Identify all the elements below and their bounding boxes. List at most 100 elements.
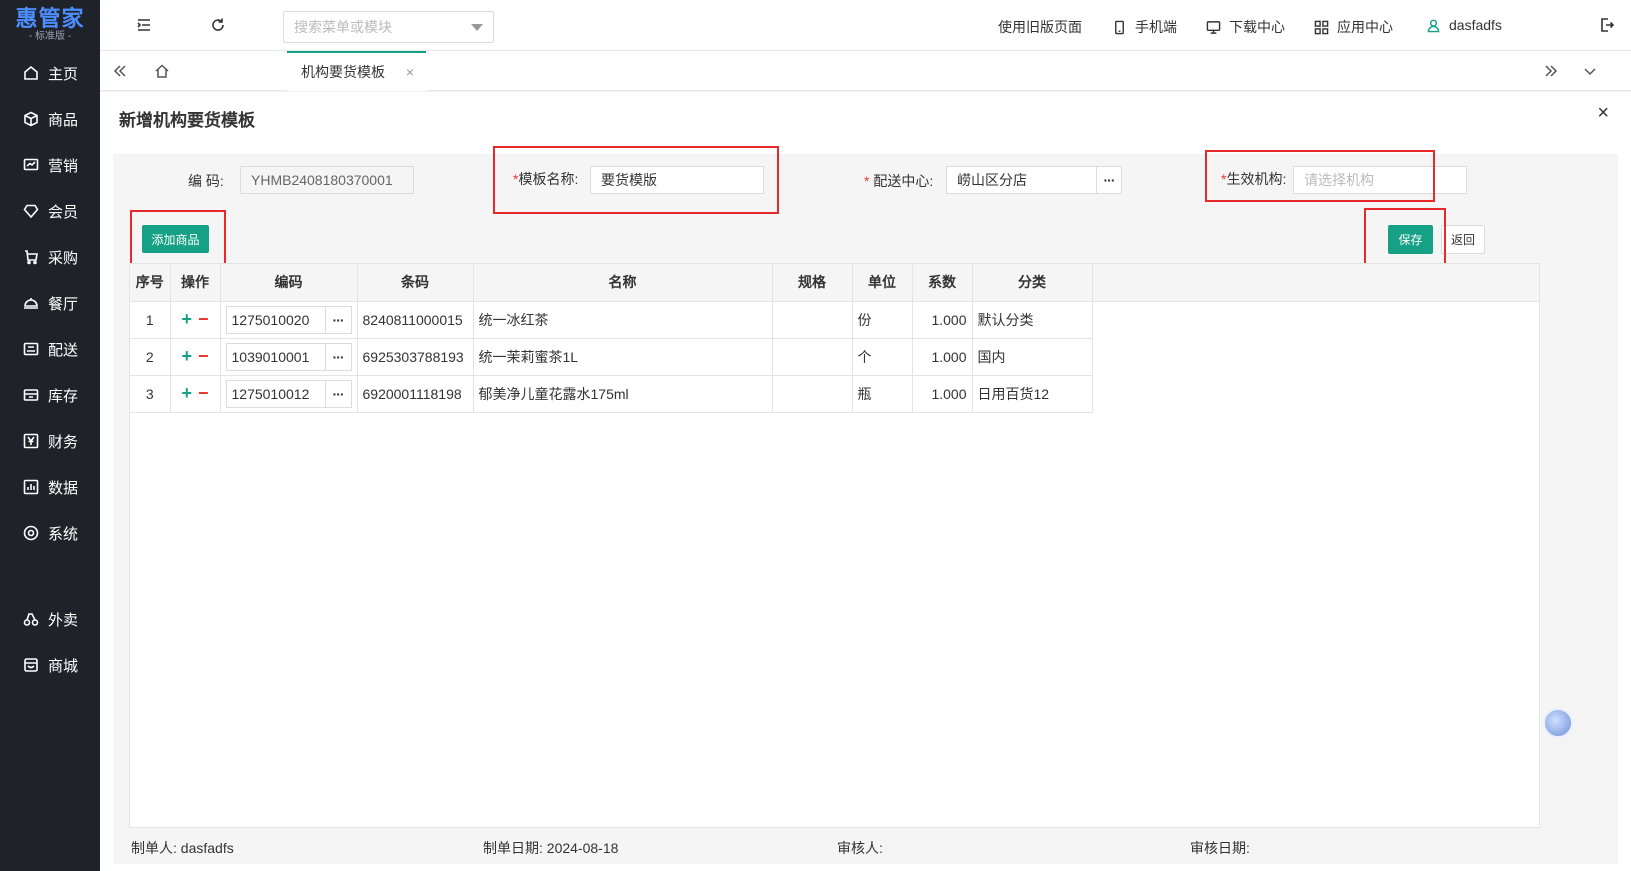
row-code-picker-button[interactable]: ··· <box>325 342 352 371</box>
truck-icon <box>22 340 40 358</box>
center-picker-button[interactable]: ··· <box>1096 166 1122 194</box>
download-center-link[interactable]: 下载中心 <box>1206 17 1285 37</box>
reviewer-info: 审核人: <box>837 838 883 858</box>
add-row-icon[interactable]: + <box>181 383 192 403</box>
cloche-icon <box>22 294 40 312</box>
sidebar-item-restaurant[interactable]: 餐厅 <box>0 283 100 323</box>
row-code-input[interactable]: 1275010020 <box>225 305 326 334</box>
distribution-center-input[interactable]: 崂山区分店 <box>946 166 1097 194</box>
row-barcode: 8240811000015 <box>357 301 474 339</box>
sidebar-item-system[interactable]: 系统 <box>0 513 100 553</box>
form-area: 编 码: YHMB2408180370001 *模板名称: 要货模版 * 配送中… <box>113 146 1618 864</box>
row-code-input[interactable]: 1275010012 <box>225 379 326 408</box>
home-tab-icon[interactable] <box>142 51 182 90</box>
sidebar-item-finance[interactable]: 财务 <box>0 421 100 461</box>
menu-collapse-icon[interactable] <box>133 14 155 36</box>
old-version-label: 使用旧版页面 <box>998 19 1082 35</box>
row-barcode: 6925303788193 <box>357 338 474 376</box>
row-actions: + − <box>170 301 221 339</box>
tab-close-icon[interactable]: × <box>406 64 414 80</box>
username: dasfadfs <box>1449 17 1502 33</box>
row-factor: 1.000 <box>912 375 973 413</box>
sidebar-item-purchase[interactable]: 采购 <box>0 237 100 277</box>
remove-row-icon[interactable]: − <box>198 346 209 366</box>
sidebar-item-label: 餐厅 <box>48 295 79 313</box>
row-code-input[interactable]: 1039010001 <box>225 342 326 371</box>
row-unit: 瓶 <box>852 375 913 413</box>
col-code: 编码 <box>220 264 358 302</box>
sidebar-item-products[interactable]: 商品 <box>0 99 100 139</box>
back-button[interactable]: 返回 <box>1441 225 1485 254</box>
save-button[interactable]: 保存 <box>1388 225 1433 254</box>
sidebar-item-label: 配送 <box>48 341 79 359</box>
home-icon <box>22 64 40 82</box>
row-actions: + − <box>170 338 221 376</box>
remove-row-icon[interactable]: − <box>198 309 209 329</box>
row-code-picker-button[interactable]: ··· <box>325 305 352 334</box>
add-row-icon[interactable]: + <box>181 309 192 329</box>
sidebar-item-data[interactable]: 数据 <box>0 467 100 507</box>
old-version-link[interactable]: 使用旧版页面 <box>998 17 1082 37</box>
logout-icon[interactable] <box>1596 14 1618 36</box>
center-label-text: 配送中心: <box>873 173 934 189</box>
sidebar-item-mall[interactable]: 商城 <box>0 645 100 685</box>
created-date-info: 制单日期: 2024-08-18 <box>483 838 618 858</box>
inventory-icon <box>22 386 40 404</box>
col-spec: 规格 <box>772 264 853 302</box>
row-actions: + − <box>170 375 221 413</box>
tabs-scroll-right-icon[interactable] <box>1531 51 1571 90</box>
add-row-icon[interactable]: + <box>181 346 192 366</box>
table-row: 2 + − 1039010001 ··· 6925303788193 统一茉莉蜜茶1… <box>130 338 1093 376</box>
menu-search-input[interactable]: 搜索菜单或模块 <box>283 11 494 43</box>
user-menu[interactable]: dasfadfs <box>1426 17 1502 33</box>
row-index: 2 <box>130 338 171 376</box>
tabs-dropdown-icon[interactable] <box>1570 51 1610 90</box>
sidebar-item-delivery[interactable]: 配送 <box>0 329 100 369</box>
refresh-icon[interactable] <box>207 14 229 36</box>
col-unit: 单位 <box>852 264 913 302</box>
sidebar-item-members[interactable]: 会员 <box>0 191 100 231</box>
sidebar-item-home[interactable]: 主页 <box>0 53 100 93</box>
table-header-filler <box>1071 264 1539 302</box>
logo[interactable]: 惠管家 - 标准版 - <box>0 0 100 50</box>
tab-org-order-template[interactable]: 机构要货模板 × <box>287 51 426 91</box>
sidebar-item-label: 数据 <box>48 479 79 497</box>
floating-assistant-icon[interactable] <box>1543 708 1573 738</box>
app-center-link[interactable]: 应用中心 <box>1314 17 1393 37</box>
center-label: * 配送中心: <box>864 171 933 191</box>
sidebar-item-takeout[interactable]: 外卖 <box>0 599 100 639</box>
row-spec <box>772 375 853 413</box>
table-row: 3 + − 1275010012 ··· 6920001118198 郁美净儿童花露… <box>130 375 1093 413</box>
org-label: *生效机构: <box>1221 169 1286 189</box>
row-name: 统一冰红茶 <box>473 301 773 339</box>
yen-icon <box>22 432 40 450</box>
template-name-input[interactable]: 要货模版 <box>590 166 764 194</box>
close-icon[interactable]: × <box>1597 102 1609 125</box>
col-category: 分类 <box>972 264 1093 302</box>
add-product-button[interactable]: 添加商品 <box>142 225 209 253</box>
logo-text: 惠管家 <box>15 6 85 31</box>
created-date-value: 2024-08-18 <box>546 840 619 856</box>
tabs-scroll-left-icon[interactable] <box>100 51 140 90</box>
row-code-cell: 1275010012 ··· <box>220 375 358 413</box>
template-name-label-text: 模板名称: <box>518 171 579 187</box>
row-factor: 1.000 <box>912 301 973 339</box>
row-spec <box>772 338 853 376</box>
sidebar-item-label: 财务 <box>48 433 79 451</box>
remove-row-icon[interactable]: − <box>198 383 209 403</box>
sidebar-item-marketing[interactable]: 营销 <box>0 145 100 185</box>
row-code-picker-button[interactable]: ··· <box>325 379 352 408</box>
creator-info: 制单人: dasfadfs <box>131 838 234 858</box>
sidebar-item-inventory[interactable]: 库存 <box>0 375 100 415</box>
sidebar-item-label: 库存 <box>48 387 79 405</box>
sidebar: 惠管家 - 标准版 - 主页 商品 营销 会员 采购 餐厅 配送 库存 财务 数… <box>0 0 100 871</box>
shop-icon <box>22 656 40 674</box>
mobile-link[interactable]: 手机端 <box>1112 17 1177 37</box>
sidebar-item-label: 商品 <box>48 111 79 129</box>
apps-label: 应用中心 <box>1337 19 1393 35</box>
main-panel: 新增机构要货模板 × 编 码: YHMB2408180370001 *模板名称:… <box>100 92 1631 871</box>
bar-chart-icon <box>22 478 40 496</box>
org-select-input[interactable]: 请选择机构 <box>1293 166 1467 194</box>
reviewer-label: 审核人: <box>837 840 883 856</box>
required-mark: * <box>864 173 870 189</box>
